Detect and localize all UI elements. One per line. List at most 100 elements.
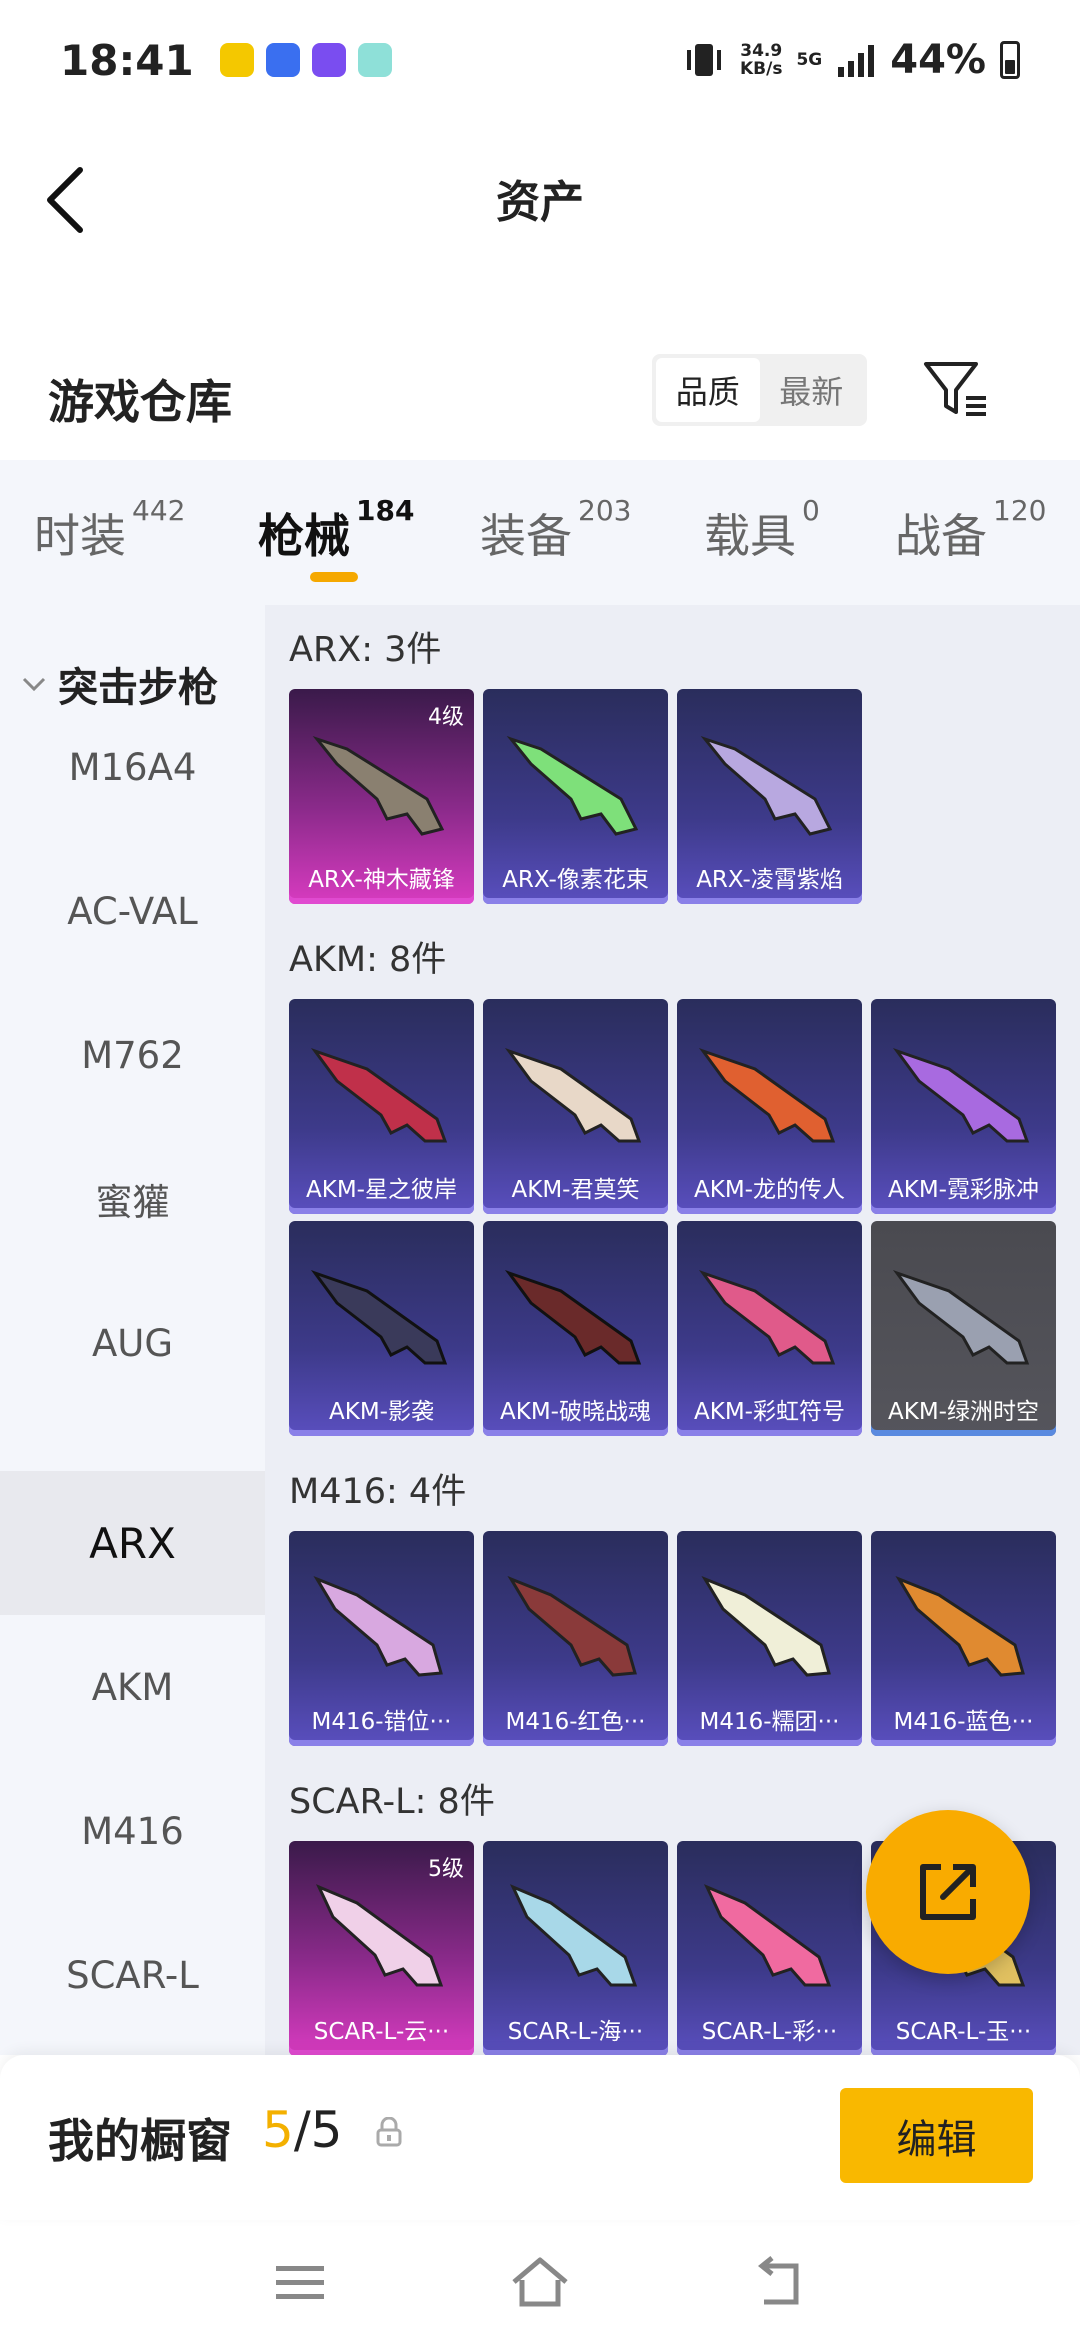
- sidebar-item-arx[interactable]: ARX: [0, 1471, 265, 1615]
- sidebar-item-m16a4[interactable]: M16A4: [0, 695, 265, 839]
- weapon-card[interactable]: AKM-星之彼岸: [289, 999, 474, 1214]
- weapon-name: AKM-彩虹符号: [694, 1399, 845, 1425]
- weapon-card[interactable]: SCAR-L-海···: [483, 1841, 668, 2055]
- rifle-image: [700, 735, 833, 836]
- showcase-count: 5/5: [262, 2101, 343, 2159]
- weapon-name: ARX-凌霄紫焰: [696, 867, 843, 893]
- sort-toggle: 品质 最新: [652, 354, 867, 426]
- warehouse-label: 游戏仓库: [48, 375, 232, 429]
- active-tab-indicator: [310, 572, 358, 582]
- sort-quality-option[interactable]: 品质: [656, 358, 760, 422]
- vibrate-icon: [686, 44, 721, 76]
- sidebar-item-ac-val[interactable]: AC-VAL: [0, 839, 265, 983]
- vivo-notification-icon: [265, 43, 300, 77]
- section-title-arx: ARX: 3件: [289, 630, 442, 670]
- level-badge: 4级: [428, 705, 464, 730]
- battery-icon: [1000, 41, 1020, 79]
- page-title: 资产: [496, 177, 584, 228]
- rifle-image: [506, 735, 639, 836]
- weapon-card[interactable]: M416-错位···: [289, 1531, 474, 1746]
- edit-button[interactable]: 编辑: [840, 2088, 1033, 2183]
- section-title-scar-l: SCAR-L: 8件: [289, 1782, 495, 1822]
- rifle-image: [892, 1048, 1030, 1143]
- weapon-card[interactable]: SCAR-L-彩···: [677, 1841, 862, 2055]
- sort-latest-option[interactable]: 最新: [760, 358, 864, 422]
- page-header: 资产: [0, 130, 1080, 270]
- menu-icon[interactable]: [270, 2252, 330, 2312]
- system-navigation-bar: [0, 2220, 1080, 2344]
- weapon-card[interactable]: AKM-绿洲时空: [871, 1221, 1056, 1436]
- home-icon[interactable]: [510, 2252, 570, 2312]
- weapon-card[interactable]: ARX-像素花束: [483, 689, 668, 904]
- weapon-name: ARX-像素花束: [502, 867, 649, 893]
- sidebar-item-m416[interactable]: M416: [0, 1759, 265, 1903]
- weapon-name: SCAR-L-彩···: [701, 2019, 838, 2045]
- weapon-card[interactable]: 4级 ARX-神木藏锋: [289, 689, 474, 904]
- status-time: 18:41: [60, 35, 194, 85]
- weapon-card[interactable]: AKM-龙的传人: [677, 999, 862, 1214]
- weapon-card[interactable]: AKM-影袭: [289, 1221, 474, 1436]
- tab-vehicles[interactable]: 载具 0: [704, 494, 820, 566]
- rifle-image: [703, 1884, 832, 1987]
- weapon-card[interactable]: 5级 SCAR-L-云···: [289, 1841, 474, 2055]
- network-type: 5G: [796, 50, 823, 70]
- rifle-image: [310, 1270, 448, 1365]
- showcase-label: 我的橱窗: [48, 2114, 232, 2168]
- sidebar-item-akm[interactable]: AKM: [0, 1615, 265, 1759]
- weapon-name: SCAR-L-云···: [313, 2019, 450, 2045]
- status-bar: 18:41 34.9 KB/s 5G 44%: [0, 0, 1080, 120]
- weapon-card[interactable]: M416-红色···: [483, 1531, 668, 1746]
- weapon-name: SCAR-L-玉···: [895, 2019, 1032, 2045]
- tab-supplies[interactable]: 战备 120: [895, 494, 1046, 566]
- weapon-name: SCAR-L-海···: [507, 2019, 644, 2045]
- sidebar-item-m762[interactable]: M762: [0, 983, 265, 1127]
- weapon-card[interactable]: AKM-君莫笑: [483, 999, 668, 1214]
- weapon-card[interactable]: AKM-破晓战魂: [483, 1221, 668, 1436]
- weapon-name: M416-错位···: [311, 1709, 452, 1735]
- sidebar-item-scar-l[interactable]: SCAR-L: [0, 1903, 265, 2047]
- weapon-card[interactable]: M416-糯团···: [677, 1531, 862, 1746]
- rifle-image: [312, 735, 445, 836]
- weapon-name: AKM-龙的传人: [694, 1177, 845, 1203]
- section-title-m416: M416: 4件: [289, 1472, 467, 1512]
- rifle-image: [892, 1270, 1030, 1365]
- weapon-name: AKM-君莫笑: [511, 1177, 640, 1203]
- weapon-name: AKM-绿洲时空: [888, 1399, 1039, 1425]
- rifle-image: [895, 1575, 1025, 1677]
- sidebar-item-honey-badger[interactable]: 蜜獾: [0, 1127, 265, 1271]
- weapon-name: M416-糯团···: [699, 1709, 840, 1735]
- weapon-name: ARX-神木藏锋: [308, 867, 455, 893]
- chat-notification-icon: [357, 43, 392, 77]
- signal-icon: [838, 45, 875, 77]
- warehouse-row: 游戏仓库 品质 最新: [0, 340, 1080, 460]
- share-button[interactable]: [866, 1810, 1030, 1974]
- chevron-down-icon: [22, 677, 46, 692]
- notification-icons: [219, 43, 392, 77]
- lock-icon: [376, 2117, 402, 2147]
- tab-equipment[interactable]: 装备 203: [480, 494, 631, 566]
- app-notification-icon: [219, 43, 254, 77]
- network-speed: 34.9 KB/s: [739, 41, 783, 79]
- tab-weapons[interactable]: 枪械 184: [258, 494, 414, 566]
- rifle-image: [509, 1884, 638, 1987]
- category-tabs: 时装 442 枪械 184 装备 203 载具 0 战备 120: [0, 460, 1080, 605]
- rifle-image: [504, 1048, 642, 1143]
- weapon-name: AKM-破晓战魂: [500, 1399, 651, 1425]
- tab-fashion[interactable]: 时装 442: [34, 494, 185, 566]
- sidebar-item-aug[interactable]: AUG: [0, 1271, 265, 1415]
- rifle-image: [315, 1884, 444, 1987]
- filter-icon[interactable]: [922, 358, 990, 422]
- weapon-card[interactable]: AKM-霓彩脉冲: [871, 999, 1056, 1214]
- weapon-name: M416-红色···: [505, 1709, 646, 1735]
- rifle-image: [310, 1048, 448, 1143]
- back-icon[interactable]: [750, 2252, 810, 2312]
- weapon-card[interactable]: M416-蓝色···: [871, 1531, 1056, 1746]
- rifle-image: [313, 1575, 443, 1677]
- weapon-name: AKM-星之彼岸: [306, 1177, 457, 1203]
- weapon-card[interactable]: ARX-凌霄紫焰: [677, 689, 862, 904]
- weapon-name: AKM-影袭: [329, 1399, 434, 1425]
- rifle-image: [507, 1575, 637, 1677]
- weapon-sidebar: 突击步枪 M16A4 AC-VAL M762 蜜獾 AUG ARX AKM M4…: [0, 605, 265, 2055]
- rifle-image: [698, 1048, 836, 1143]
- weapon-card[interactable]: AKM-彩虹符号: [677, 1221, 862, 1436]
